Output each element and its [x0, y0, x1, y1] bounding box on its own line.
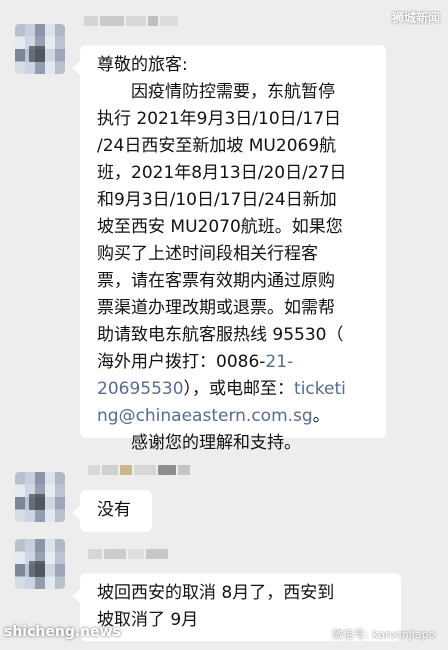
message-bubble[interactable]: 没有	[72, 490, 152, 532]
message-line: 助请致电东航客服热线 95530（	[97, 322, 386, 349]
message-line: 执行 2021年9月3日/10日/17日	[97, 109, 342, 129]
message-line: 20695530），或电邮至：ticketi	[97, 376, 386, 403]
chat-screen: 狮城新闻 尊敬的旅客: 因疫情防控需要，东航暂停 执行 2021年9月3日/10…	[0, 0, 448, 650]
avatar[interactable]	[15, 24, 65, 74]
message-line: 坡回西安的取消 8月了，西安到	[97, 583, 335, 603]
avatar[interactable]	[15, 472, 65, 522]
message-bubble[interactable]: 尊敬的旅客: 因疫情防控需要，东航暂停 执行 2021年9月3日/10日/17日…	[72, 45, 386, 453]
message-line: 坡至西安 MU2070航班。如果您	[97, 217, 343, 237]
watermark-wechat: 微信号: kanxinjiapo	[312, 626, 435, 642]
phone-link[interactable]: 21-	[265, 352, 293, 372]
wechat-id: 微信号: kanxinjiapo	[332, 628, 436, 641]
message-line: 购买了上述时间段相关行程客	[97, 244, 318, 264]
message-line: 海外用户拨打：0086-21-	[97, 349, 386, 376]
phone-link[interactable]: 20695530	[97, 379, 184, 399]
wechat-icon	[312, 627, 328, 640]
message-line: 尊敬的旅客:	[97, 55, 188, 75]
message-line: 票，请在客票有效期内通过原购	[97, 271, 335, 291]
message-line: /24日西安至新加坡 MU2069航	[97, 136, 337, 156]
email-prefix-text: ），或电邮至：	[183, 379, 295, 399]
message-line: ng@chinaeastern.com.sg。	[97, 403, 386, 430]
message-line: 感谢您的理解和支持。	[97, 433, 301, 453]
message-line: 班，2021年8月13日/20日/27日	[97, 163, 347, 183]
sender-name	[88, 549, 168, 559]
email-link[interactable]: ng@chinaeastern.com.sg	[97, 406, 313, 426]
watermark-site: shicheng.news	[4, 624, 121, 640]
message-line: 和9月3日/10日/17日/24日新加	[97, 190, 337, 210]
hotline-text: 助请致电东航客服热线 95530（	[97, 325, 344, 345]
overseas-text: 海外用户拨打：0086-	[97, 352, 266, 372]
sender-name	[84, 16, 178, 26]
message-line: 因疫情防控需要，东航暂停	[97, 82, 335, 102]
sender-name	[88, 465, 190, 475]
message-line: 没有	[97, 500, 131, 520]
message-line: 票渠道办理改期或退票。如需帮	[97, 298, 335, 318]
email-link[interactable]: ticketi	[294, 379, 346, 399]
watermark-logo: 狮城新闻	[391, 11, 440, 25]
avatar[interactable]	[15, 539, 65, 589]
period-text: 。	[312, 406, 330, 426]
